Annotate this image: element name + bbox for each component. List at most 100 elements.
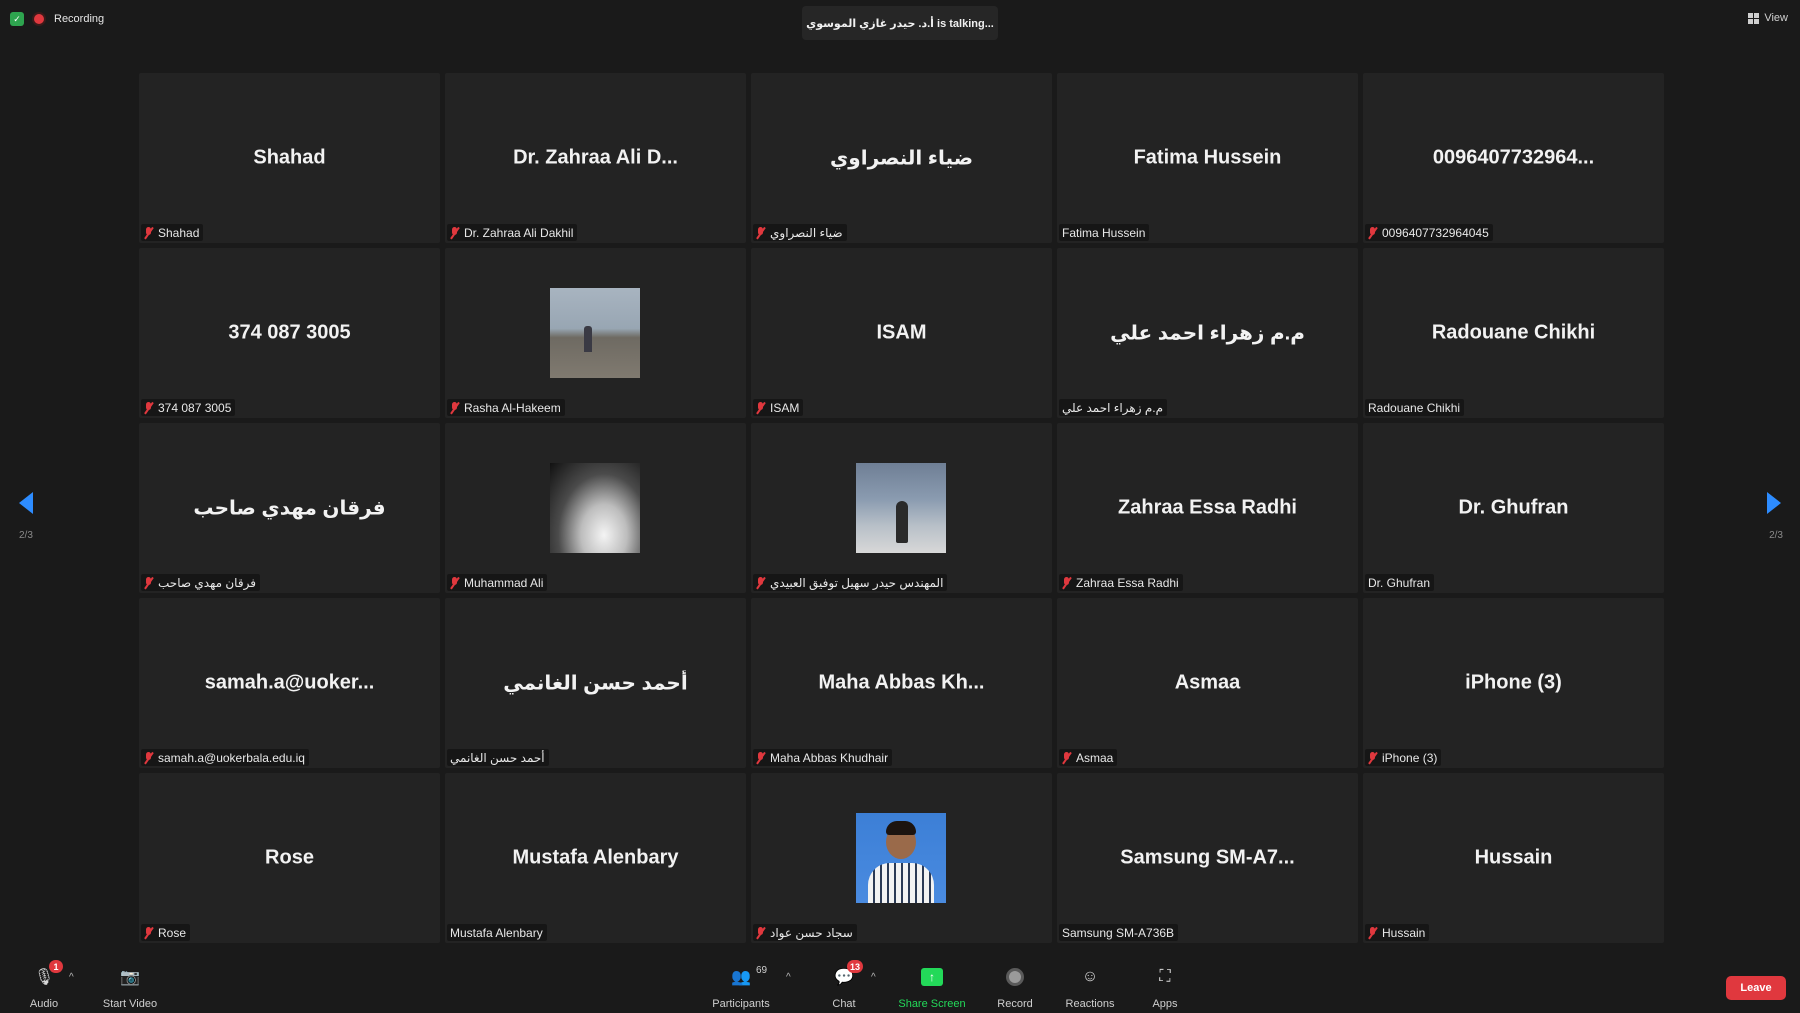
participant-name: ضياء النصراوي [770,225,843,240]
participant-name-label: م.م زهراء احمد علي [1059,399,1168,416]
audio-badge: 1 [49,960,63,973]
participant-display-name: samah.a@uoker... [204,671,375,694]
participant-tile[interactable]: Rasha Al-Hakeem [445,248,746,418]
participant-tile[interactable]: المهندس حيدر سهيل توفيق العبيدي [751,423,1052,593]
chat-button[interactable]: 💬 13 Chat [824,960,864,1010]
participant-display-name: Hussain [1474,846,1553,869]
muted-mic-icon [450,576,459,589]
participant-tile[interactable]: Hussain Hussain [1363,773,1664,943]
participant-tile[interactable]: Samsung SM-A7... Samsung SM-A736B [1057,773,1358,943]
participant-name-label: Dr. Ghufran [1365,574,1435,591]
participant-tile[interactable]: Dr. Ghufran Dr. Ghufran [1363,423,1664,593]
participant-tile[interactable]: Dr. Zahraa Ali D... Dr. Zahraa Ali Dakhi… [445,73,746,243]
shield-check-icon[interactable]: ✓ [10,12,24,26]
participant-display-name: Radouane Chikhi [1431,321,1596,344]
participant-name: فرقان مهدي صاحب [158,575,256,590]
participant-name: 374 087 3005 [158,400,232,415]
participant-name: Radouane Chikhi [1368,400,1461,415]
muted-mic-icon [756,226,765,239]
reactions-label: Reactions [1065,998,1115,1010]
participant-tile[interactable]: 0096407732964... 0096407732964045 [1363,73,1664,243]
participant-name-label: Asmaa [1059,749,1118,766]
participant-display-name: ISAM [876,321,927,344]
chat-options-chevron-icon[interactable]: ^ [871,972,876,983]
muted-mic-icon [756,926,765,939]
participant-display-name: Asmaa [1174,671,1241,694]
participant-tile[interactable]: samah.a@uoker... samah.a@uokerbala.edu.i… [139,598,440,768]
participant-name-label: Hussain [1365,924,1430,941]
participant-name: م.م زهراء احمد علي [1062,400,1164,415]
participant-name-label: Rose [141,924,191,941]
muted-mic-icon [450,401,459,414]
participant-name-label: samah.a@uokerbala.edu.iq [141,749,309,766]
participant-name-label: Mustafa Alenbary [447,924,547,941]
participant-display-name: Rose [265,846,314,869]
muted-mic-icon [1368,226,1377,239]
participant-name: ISAM [770,400,800,415]
participant-tile[interactable]: Radouane Chikhi Radouane Chikhi [1363,248,1664,418]
participant-name-label: أحمد حسن الغانمي [447,749,549,766]
view-button[interactable]: View [1748,12,1788,24]
share-screen-icon: ↑ [921,968,943,986]
muted-mic-icon [1368,751,1377,764]
participant-tile[interactable]: 374 087 3005 374 087 3005 [139,248,440,418]
participant-name-label: Muhammad Ali [447,574,548,591]
audio-button[interactable]: 🎙 1 Audio [24,960,64,1010]
participant-tile[interactable]: Mustafa Alenbary Mustafa Alenbary [445,773,746,943]
participant-tile[interactable]: سجاد حسن عواد [751,773,1052,943]
apps-button[interactable]: ⛶ Apps [1148,966,1182,1010]
participant-name: Mustafa Alenbary [450,925,543,940]
participant-name: Shahad [158,225,200,240]
participant-name-label: 0096407732964045 [1365,224,1493,241]
chat-label: Chat [832,998,856,1010]
muted-mic-icon [144,751,153,764]
leave-button[interactable]: Leave [1726,976,1786,1000]
previous-page-arrow-icon[interactable] [19,492,33,514]
participant-tile[interactable]: Asmaa Asmaa [1057,598,1358,768]
audio-options-chevron-icon[interactable]: ^ [69,972,74,983]
participant-name-label: المهندس حيدر سهيل توفيق العبيدي [753,574,948,591]
participant-tile[interactable]: أحمد حسن الغانمي أحمد حسن الغانمي [445,598,746,768]
grid-view-icon [1748,12,1760,24]
participant-name-label: Maha Abbas Khudhair [753,749,893,766]
participant-tile[interactable]: ضياء النصراوي ضياء النصراوي [751,73,1052,243]
participant-tile[interactable]: Shahad Shahad [139,73,440,243]
participant-name-label: Fatima Hussein [1059,224,1150,241]
participant-tile[interactable]: م.م زهراء احمد علي م.م زهراء احمد علي [1057,248,1358,418]
record-icon [1006,968,1024,986]
muted-mic-icon [1062,576,1071,589]
participant-name: المهندس حيدر سهيل توفيق العبيدي [770,575,944,590]
participant-tile[interactable]: Muhammad Ali [445,423,746,593]
participant-tile[interactable]: iPhone (3) iPhone (3) [1363,598,1664,768]
participant-tile[interactable]: فرقان مهدي صاحب فرقان مهدي صاحب [139,423,440,593]
reactions-button[interactable]: ☺ Reactions [1064,966,1116,1010]
participant-display-name: 0096407732964... [1432,146,1595,169]
muted-mic-icon [450,226,459,239]
participant-tile[interactable]: Rose Rose [139,773,440,943]
recording-label[interactable]: Recording [54,13,104,25]
participant-name: Dr. Ghufran [1368,575,1431,590]
participant-tile[interactable]: Fatima Hussein Fatima Hussein [1057,73,1358,243]
participant-tile[interactable]: Zahraa Essa Radhi Zahraa Essa Radhi [1057,423,1358,593]
participant-tile[interactable]: Maha Abbas Kh... Maha Abbas Khudhair [751,598,1052,768]
muted-mic-icon [144,926,153,939]
participant-name-label: Samsung SM-A736B [1059,924,1179,941]
share-screen-button[interactable]: ↑ Share Screen [896,966,968,1010]
participant-display-name: ضياء النصراوي [829,147,974,170]
participant-name: سجاد حسن عواد [770,925,853,940]
muted-mic-icon [144,576,153,589]
next-page-arrow-icon[interactable] [1767,492,1781,514]
muted-mic-icon [144,401,153,414]
participant-name-label: ضياء النصراوي [753,224,847,241]
participant-name-label: Rasha Al-Hakeem [447,399,565,416]
participants-options-chevron-icon[interactable]: ^ [786,972,791,983]
record-button[interactable]: Record [994,966,1036,1010]
participants-button[interactable]: 👥 69 Participants [708,965,774,1010]
participant-tile[interactable]: ISAM ISAM [751,248,1052,418]
start-video-button[interactable]: 📷 Start Video [98,966,162,1010]
muted-mic-icon [756,751,765,764]
muted-mic-icon [144,226,153,239]
profile-picture [856,463,946,553]
participants-label: Participants [712,998,770,1010]
meeting-toolbar: 🎙 1 Audio ^ 📷 Start Video 👥 69 Participant… [0,960,1800,1013]
